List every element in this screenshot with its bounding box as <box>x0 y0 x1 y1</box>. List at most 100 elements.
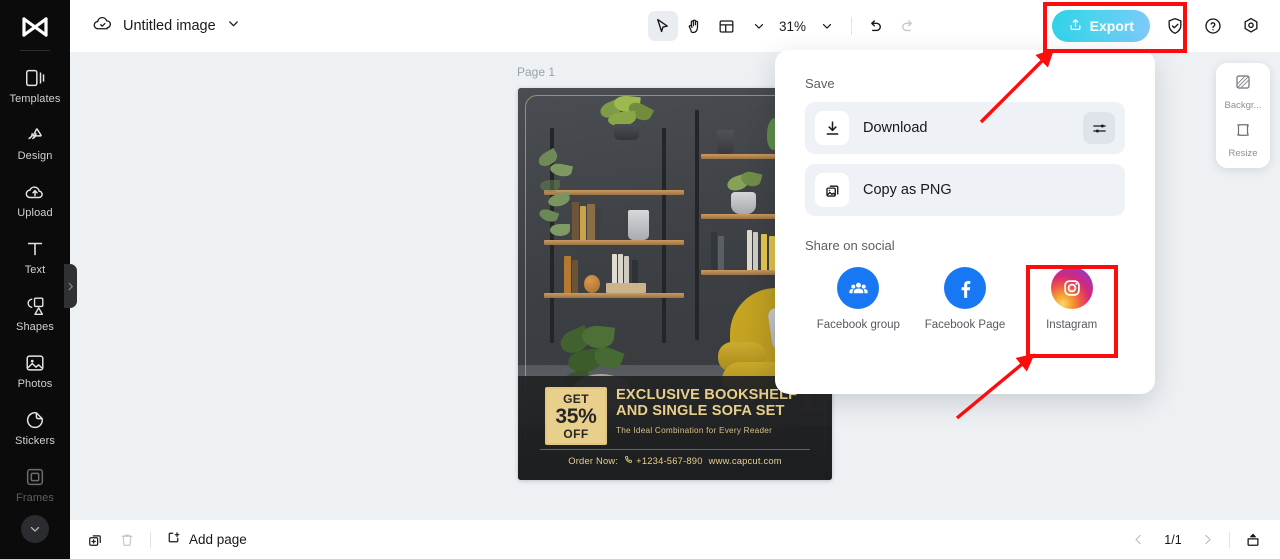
shield-check-icon[interactable] <box>1162 13 1188 39</box>
upload-cloud-icon <box>24 181 46 203</box>
share-instagram[interactable]: Instagram <box>1018 267 1125 332</box>
add-page-icon <box>165 529 182 551</box>
copy-as-png-option[interactable]: Copy as PNG <box>805 164 1125 216</box>
document-info: Untitled image <box>70 13 490 39</box>
share-facebook-page[interactable]: Facebook Page <box>912 267 1019 332</box>
sidebar-item-text[interactable]: Text <box>0 228 70 285</box>
layout-chevron-down-icon[interactable] <box>744 11 774 41</box>
social-section-label: Share on social <box>805 238 895 253</box>
redo-arrow-icon[interactable] <box>893 11 923 41</box>
sidebar-label: Text <box>24 263 46 276</box>
poster-phone: +1234-567-890 <box>624 455 702 466</box>
badge-off-text: OFF <box>563 426 589 441</box>
phone-icon <box>624 455 633 466</box>
facebook-group-label: Facebook group <box>816 319 900 331</box>
export-dropdown-panel: Save Download Copy as PNG Share on socia… <box>775 50 1155 394</box>
sidebar-collapse-handle[interactable] <box>64 264 77 308</box>
facebook-page-icon <box>944 267 986 309</box>
document-title-chevron-down-icon[interactable] <box>226 16 241 36</box>
shapes-icon <box>24 295 46 317</box>
text-t-icon <box>24 238 46 260</box>
copy-image-icon <box>815 173 849 207</box>
settings-gear-hexagon-icon[interactable] <box>1238 13 1264 39</box>
poster-divider <box>540 449 810 450</box>
poster-hanging-plant <box>536 147 578 242</box>
next-page-chevron-right-icon[interactable] <box>1200 532 1215 547</box>
templates-icon <box>24 67 46 89</box>
sidebar-items: Templates Design Upload Text Shapes Phot… <box>0 57 70 543</box>
sidebar-label: Templates <box>9 92 61 105</box>
poster-headline-line2: AND SINGLE SOFA SET <box>616 402 785 419</box>
sidebar-item-upload[interactable]: Upload <box>0 171 70 228</box>
frames-icon <box>24 466 46 488</box>
help-question-circle-icon[interactable] <box>1200 13 1226 39</box>
prev-page-chevron-left-icon[interactable] <box>1131 532 1146 547</box>
poster-order-row: Order Now: +1234-567-890 www.capcut.com <box>518 455 832 466</box>
add-page-label: Add page <box>189 532 247 547</box>
sidebar-divider <box>20 50 50 51</box>
background-icon <box>1234 73 1252 96</box>
poster-discount-badge: GET 35% OFF <box>545 387 607 445</box>
download-option[interactable]: Download <box>805 102 1125 154</box>
sidebar-item-stickers[interactable]: Stickers <box>0 399 70 456</box>
select-tool-cursor-arrow-icon[interactable] <box>647 11 678 41</box>
stickers-icon <box>24 409 46 431</box>
hand-tool-icon[interactable] <box>680 11 710 41</box>
present-export-icon[interactable] <box>1244 531 1262 549</box>
download-settings-sliders-icon[interactable] <box>1083 112 1115 144</box>
instagram-icon <box>1050 267 1093 309</box>
photos-image-icon <box>24 352 46 374</box>
document-title[interactable]: Untitled image <box>123 18 216 34</box>
zoom-chevron-down-icon[interactable] <box>812 11 842 41</box>
poster-website: www.capcut.com <box>708 455 782 466</box>
page-actions: Add page <box>70 529 247 551</box>
resize-icon <box>1234 121 1252 144</box>
sidebar-more-chevron-down-icon[interactable] <box>21 515 49 543</box>
instagram-label: Instagram <box>1046 319 1098 331</box>
zoom-level-value[interactable]: 31% <box>776 19 810 34</box>
resize-button[interactable]: Resize <box>1216 121 1270 159</box>
delete-page-trash-icon[interactable] <box>118 531 136 549</box>
download-label: Download <box>863 120 928 136</box>
sidebar-label: Shapes <box>16 320 54 333</box>
sidebar-label: Stickers <box>15 434 55 447</box>
canvas-right-panel: Backgr... Resize <box>1216 63 1270 168</box>
toolbar-divider <box>850 17 852 35</box>
duplicate-page-icon[interactable] <box>86 531 104 549</box>
sidebar-item-design[interactable]: Design <box>0 114 70 171</box>
facebook-group-icon <box>837 267 880 309</box>
canvas-tools: 31% <box>635 11 935 41</box>
resize-label: Resize <box>1228 147 1258 159</box>
poster-plant-top <box>596 94 658 140</box>
export-button-label: Export <box>1089 18 1134 34</box>
sidebar-label: Design <box>17 149 53 162</box>
poster-subtitle: The Ideal Combination for Every Reader <box>616 426 773 435</box>
sidebar-item-frames[interactable]: Frames <box>0 456 70 513</box>
add-page-button[interactable]: Add page <box>165 529 247 551</box>
sidebar-item-photos[interactable]: Photos <box>0 342 70 399</box>
undo-arrow-icon[interactable] <box>861 11 891 41</box>
sidebar-label: Upload <box>17 206 53 219</box>
capcut-logo-icon[interactable] <box>20 10 50 44</box>
bottom-toolbar: Add page 1/1 <box>70 520 1280 559</box>
badge-percent-text: 35% <box>555 404 597 428</box>
social-share-options: Facebook group Facebook Page Instagram <box>805 267 1125 332</box>
background-button[interactable]: Backgr... <box>1216 73 1270 111</box>
facebook-page-label: Facebook Page <box>924 319 1006 331</box>
sidebar-item-templates[interactable]: Templates <box>0 57 70 114</box>
left-sidebar: Templates Design Upload Text Shapes Phot… <box>0 0 70 559</box>
sidebar-item-shapes[interactable]: Shapes <box>0 285 70 342</box>
background-label: Backgr... <box>1224 99 1262 111</box>
poster-order-label: Order Now: <box>568 455 619 466</box>
export-button[interactable]: Export <box>1051 10 1150 42</box>
download-arrow-icon <box>815 111 849 145</box>
page-navigation: 1/1 <box>1131 531 1280 549</box>
layout-grid-icon[interactable] <box>712 11 742 41</box>
page-indicator: 1/1 <box>1164 532 1182 547</box>
top-right-actions: Export <box>1051 0 1280 52</box>
top-toolbar: Untitled image 31% Export <box>70 0 1280 52</box>
share-facebook-group[interactable]: Facebook group <box>805 267 912 332</box>
page-label: Page 1 <box>517 65 556 79</box>
capcut-editor-window: Templates Design Upload Text Shapes Phot… <box>0 0 1280 559</box>
poster-phone-number: +1234-567-890 <box>636 455 703 466</box>
